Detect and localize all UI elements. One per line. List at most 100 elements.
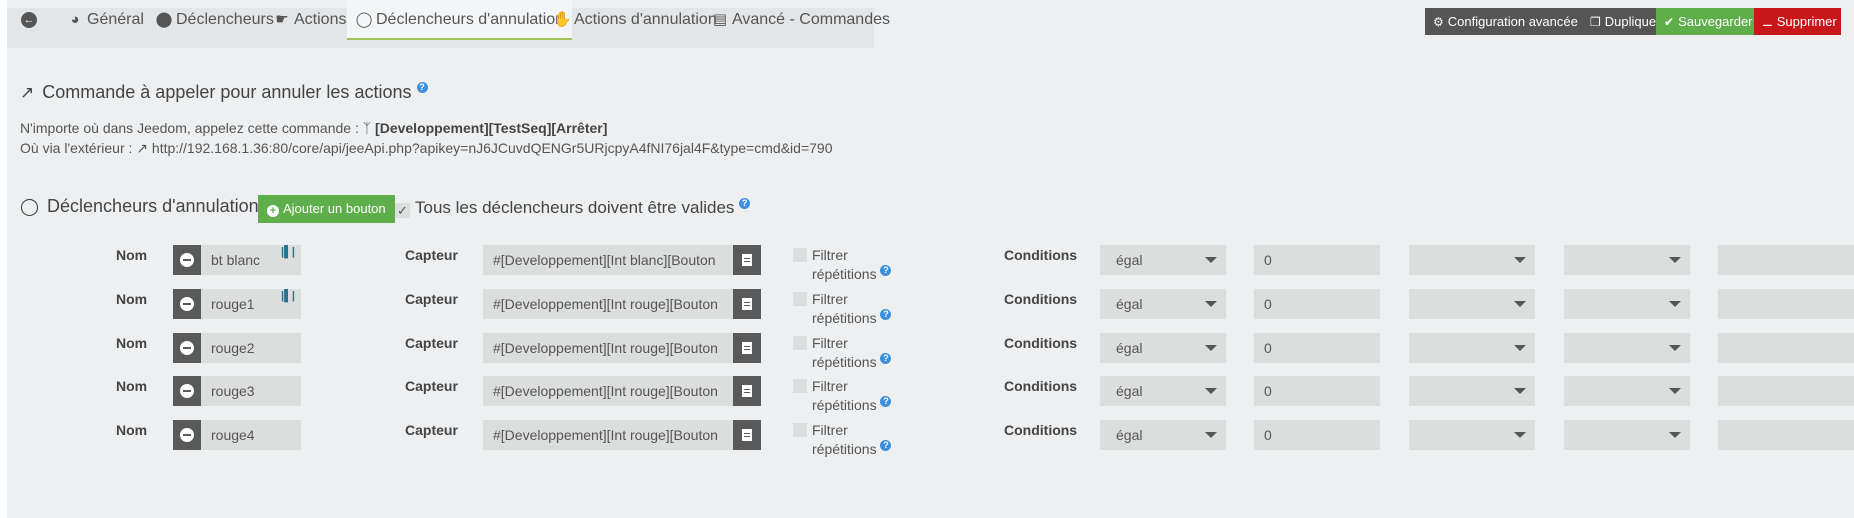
advanced-config-button[interactable]: ⚙ Configuration avancée <box>1425 8 1582 35</box>
condition-select-3[interactable] <box>1564 376 1690 406</box>
select-command-button[interactable] <box>733 245 761 275</box>
trigger-name-field[interactable]: rouge1 |▌| <box>201 289 301 319</box>
select-command-button[interactable] <box>733 420 761 450</box>
trigger-name-field[interactable]: rouge3 <box>201 376 301 406</box>
name-label: Nom <box>116 335 148 351</box>
caret-down-icon <box>1514 432 1526 438</box>
condition-select-4[interactable] <box>1718 420 1854 450</box>
sensor-field[interactable]: #[Developpement][Int blanc][Bouton <box>483 245 733 275</box>
sensor-field[interactable]: #[Developpement][Int rouge][Bouton <box>483 289 733 319</box>
help-icon[interactable]: ? <box>880 440 892 451</box>
command-name: [Developpement][TestSeq][Arrêter] <box>375 120 608 136</box>
condition-value-field[interactable]: 0 <box>1254 289 1380 319</box>
condition-select-2[interactable] <box>1409 376 1535 406</box>
sensor-field[interactable]: #[Developpement][Int rouge][Bouton <box>483 420 733 450</box>
trigger-row: Nom rouge3 Capteur #[Developpement][Int … <box>0 376 1854 420</box>
caret-down-icon <box>1514 345 1526 351</box>
tab-declencheurs-annulation[interactable]: ◯ Déclencheurs d'annulation <box>347 0 573 40</box>
condition-value-field[interactable]: 0 <box>1254 420 1380 450</box>
condition-value-field[interactable]: 0 <box>1254 333 1380 363</box>
operator-select[interactable]: égal <box>1100 289 1226 319</box>
filter-repetitions-checkbox[interactable] <box>793 379 807 393</box>
sensor-field[interactable]: #[Developpement][Int rouge][Bouton <box>483 376 733 406</box>
caret-down-icon <box>1205 432 1217 438</box>
filter-repetitions-checkbox[interactable] <box>793 336 807 350</box>
condition-select-2[interactable] <box>1409 289 1535 319</box>
trigger-name-field[interactable]: rouge2 <box>201 333 301 363</box>
condition-select-4[interactable] <box>1718 289 1854 319</box>
operator-select[interactable]: égal <box>1100 245 1226 275</box>
conditions-label: Conditions <box>1004 335 1078 351</box>
tab-back[interactable]: ← <box>14 0 44 40</box>
operator-select[interactable]: égal <box>1100 420 1226 450</box>
select-command-button[interactable] <box>733 333 761 363</box>
tab-declencheurs[interactable]: ⬤ Déclencheurs <box>147 0 282 40</box>
tab-actions[interactable]: ☛ Actions <box>265 0 354 40</box>
condition-select-2[interactable] <box>1409 245 1535 275</box>
condition-select-4[interactable] <box>1718 376 1854 406</box>
tab-avance-commandes[interactable]: ▤ Avancé - Commandes <box>703 0 898 40</box>
save-button[interactable]: ✔ Sauvegarder <box>1656 8 1754 35</box>
tachometer-icon: ◕ <box>70 11 80 28</box>
tab-actions-annulation[interactable]: ✋ Actions d'annulation <box>545 0 725 40</box>
name-label: Nom <box>116 291 148 307</box>
name-label: Nom <box>116 378 148 394</box>
minus-circle-icon <box>180 341 194 355</box>
caret-down-icon <box>1669 301 1681 307</box>
help-icon[interactable]: ? <box>880 396 892 407</box>
minus-circle-icon <box>180 428 194 442</box>
name-label: Nom <box>116 247 148 263</box>
condition-value-field[interactable]: 0 <box>1254 245 1380 275</box>
filter-repetitions-checkbox[interactable] <box>793 248 807 262</box>
all-triggers-valid-checkbox[interactable]: ✓ Tous les déclencheurs doivent être vali… <box>395 198 751 218</box>
hand-icon: ✋ <box>553 11 572 28</box>
delete-button[interactable]: ⚊ Supprimer <box>1754 8 1841 35</box>
cogs-icon: ⚙ <box>1433 15 1444 29</box>
filter-repetitions-checkbox[interactable] <box>793 292 807 306</box>
name-label: Nom <box>116 422 148 438</box>
condition-select-4[interactable] <box>1718 245 1854 275</box>
filter-repetitions-label: Filtrer répétitions ? <box>812 377 892 415</box>
remove-trigger-button[interactable] <box>173 333 201 363</box>
command-external-line: Où via l'extérieur : ↗ http://192.168.1.… <box>20 140 833 156</box>
remove-trigger-button[interactable] <box>173 289 201 319</box>
caret-down-icon <box>1205 301 1217 307</box>
remove-trigger-button[interactable] <box>173 245 201 275</box>
conditions-label: Conditions <box>1004 247 1078 263</box>
sensor-field[interactable]: #[Developpement][Int rouge][Bouton <box>483 333 733 363</box>
add-button-button[interactable]: + Ajouter un bouton <box>258 195 395 223</box>
sensor-label: Capteur <box>405 247 458 263</box>
help-icon[interactable]: ? <box>880 353 892 364</box>
select-command-button[interactable] <box>733 289 761 319</box>
toggle-off-icon: ◯ <box>355 11 373 28</box>
condition-select-2[interactable] <box>1409 333 1535 363</box>
condition-select-3[interactable] <box>1564 333 1690 363</box>
condition-value-field[interactable]: 0 <box>1254 376 1380 406</box>
trigger-name-field[interactable]: bt blanc |▌| <box>201 245 301 275</box>
operator-select[interactable]: égal <box>1100 376 1226 406</box>
help-icon[interactable]: ? <box>416 82 428 93</box>
filter-repetitions-label: Filtrer répétitions ? <box>812 246 892 284</box>
condition-select-4[interactable] <box>1718 333 1854 363</box>
help-icon[interactable]: ? <box>880 265 892 276</box>
select-command-button[interactable] <box>733 376 761 406</box>
caret-down-icon <box>1514 388 1526 394</box>
condition-select-3[interactable] <box>1564 420 1690 450</box>
remove-trigger-button[interactable] <box>173 376 201 406</box>
duplicate-button[interactable]: ❐ Dupliquer <box>1582 8 1660 35</box>
trigger-row: Nom rouge2 Capteur #[Developpement][Int … <box>0 333 1854 377</box>
external-url[interactable]: http://192.168.1.36:80/core/api/jeeApi.p… <box>152 140 833 156</box>
condition-select-3[interactable] <box>1564 245 1690 275</box>
filter-repetitions-checkbox[interactable] <box>793 423 807 437</box>
condition-select-2[interactable] <box>1409 420 1535 450</box>
list-alt-icon <box>742 385 752 397</box>
operator-select[interactable]: égal <box>1100 333 1226 363</box>
tab-general[interactable]: ◕ Général <box>58 0 152 40</box>
help-icon[interactable]: ? <box>880 309 892 320</box>
minus-circle-icon <box>180 384 194 398</box>
trigger-name-field[interactable]: rouge4 <box>201 420 301 450</box>
help-icon[interactable]: ? <box>739 198 751 209</box>
filter-repetitions-label: Filtrer répétitions ? <box>812 334 892 372</box>
remove-trigger-button[interactable] <box>173 420 201 450</box>
condition-select-3[interactable] <box>1564 289 1690 319</box>
